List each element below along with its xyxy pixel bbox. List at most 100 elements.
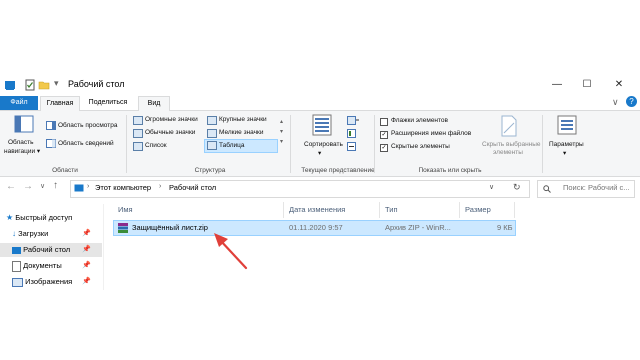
sidebar-item-label: Загрузки: [18, 229, 49, 238]
breadcrumb-this-pc[interactable]: Этот компьютер: [95, 183, 151, 192]
tab-home[interactable]: Главная: [40, 96, 80, 111]
maximize-button[interactable]: ☐: [578, 77, 596, 93]
up-arrow-icon[interactable]: ↑: [53, 180, 58, 191]
recent-locations-icon[interactable]: ∨: [40, 182, 45, 190]
column-header-date[interactable]: Дата изменения: [289, 202, 345, 218]
column-divider[interactable]: [459, 202, 460, 218]
address-bar[interactable]: › Этот компьютер › Рабочий стол ∨ ↻: [70, 180, 530, 198]
refresh-icon[interactable]: ↻: [513, 182, 521, 193]
search-input[interactable]: Поиск: Рабочий с...: [563, 183, 630, 192]
divider: [542, 115, 543, 173]
small-icons-option[interactable]: Мелкие значки: [219, 129, 263, 136]
hide-selected-label-2: элементы: [493, 149, 523, 156]
add-columns-icon[interactable]: [347, 129, 359, 138]
options-dropdown-icon[interactable]: ▾: [563, 149, 566, 157]
details-pane-button[interactable]: Область сведений: [58, 140, 114, 147]
address-bar-row: ← → ∨ ↑ › Этот компьютер › Рабочий стол …: [0, 177, 640, 199]
item-checkboxes-checkbox[interactable]: [380, 118, 388, 126]
search-icon: [543, 185, 551, 193]
pin-icon[interactable]: 📌: [82, 243, 91, 257]
preview-pane-icon: [46, 121, 56, 130]
tab-share[interactable]: Поделиться: [84, 96, 132, 110]
pictures-icon: [12, 277, 23, 287]
file-type: Архив ZIP - WinR...: [385, 223, 451, 232]
current-view-group-label: Текущее представление: [301, 167, 375, 174]
column-divider[interactable]: [379, 202, 380, 218]
forward-arrow-icon[interactable]: →: [23, 181, 33, 192]
huge-icons-icon: [133, 116, 143, 125]
folder-app-icon[interactable]: [4, 79, 16, 91]
large-icons-option[interactable]: Крупные значки: [219, 116, 267, 123]
sidebar-item-documents[interactable]: Документы 📌: [12, 259, 92, 273]
minimize-button[interactable]: —: [548, 77, 566, 93]
list-option[interactable]: Список: [145, 142, 167, 149]
file-name[interactable]: Защищённый лист.zip: [132, 221, 208, 235]
desktop-icon: [74, 184, 84, 192]
large-icons-icon: [207, 116, 217, 125]
winrar-archive-icon: [118, 223, 128, 233]
star-icon: ★: [6, 213, 14, 222]
file-row[interactable]: Защищённый лист.zip 01.11.2020 9:57 Архи…: [113, 220, 516, 236]
options-button[interactable]: Параметры: [549, 141, 584, 148]
normal-icons-option[interactable]: Обычные значки: [145, 129, 195, 136]
column-header-size[interactable]: Размер: [465, 202, 491, 218]
address-dropdown-icon[interactable]: ∨: [489, 183, 494, 191]
nav-pane-label-2: навигации: [4, 148, 36, 155]
navigation-pane-icon[interactable]: [14, 115, 34, 133]
sidebar-item-label: Рабочий стол: [23, 245, 71, 254]
qat-dropdown-icon[interactable]: ▾: [54, 78, 59, 89]
preview-pane-button[interactable]: Область просмотра: [58, 122, 117, 129]
sort-dropdown-icon[interactable]: ▾: [318, 149, 321, 157]
breadcrumb-desktop[interactable]: Рабочий стол: [169, 183, 216, 192]
navigation-pane-label: навигации ▾: [4, 148, 41, 155]
close-button[interactable]: ✕: [610, 77, 628, 93]
divider: [290, 115, 291, 173]
breadcrumb-separator-icon: ›: [159, 183, 162, 190]
tab-file[interactable]: Файл: [0, 96, 38, 110]
divider: [126, 115, 127, 173]
layout-scroll-icon[interactable]: ▴ ▾ ▾: [280, 117, 283, 147]
column-header-name[interactable]: Имя: [118, 202, 133, 218]
file-extensions-checkbox[interactable]: ✓: [380, 131, 388, 139]
file-size: 9 КБ: [497, 223, 513, 232]
red-pointer-arrow-icon: [214, 233, 248, 270]
file-date: 01.11.2020 9:57: [289, 223, 343, 232]
hide-selected-button[interactable]: Скрыть выбранные: [482, 141, 541, 148]
sidebar-item-desktop[interactable]: Рабочий стол 📌: [0, 243, 102, 257]
sort-button[interactable]: Сортировать: [304, 141, 343, 148]
size-columns-icon[interactable]: [347, 142, 359, 151]
pin-icon[interactable]: 📌: [82, 227, 91, 241]
column-divider[interactable]: [514, 202, 515, 218]
back-arrow-icon[interactable]: ←: [6, 181, 16, 192]
navigation-pane-button[interactable]: Область: [8, 139, 34, 146]
options-icon: [557, 115, 577, 135]
breadcrumb-separator-icon: ›: [87, 183, 90, 190]
help-icon[interactable]: ?: [626, 96, 637, 107]
title-bar: ▾ Рабочий стол — ☐ ✕: [0, 74, 640, 96]
small-icons-icon: [207, 129, 217, 138]
tab-view[interactable]: Вид: [138, 96, 170, 111]
file-extensions-label: Расширения имен файлов: [391, 130, 472, 137]
search-box[interactable]: Поиск: Рабочий с...: [537, 180, 635, 198]
panes-group-label: Области: [52, 167, 78, 174]
sidebar-item-quick-access[interactable]: ★ Быстрый доступ: [6, 211, 72, 225]
collapse-ribbon-icon[interactable]: ∨: [612, 97, 619, 108]
huge-icons-option[interactable]: Огромные значки: [145, 116, 198, 123]
sidebar-item-downloads[interactable]: ↓ Загрузки 📌: [12, 227, 92, 241]
column-divider[interactable]: [283, 202, 284, 218]
group-by-icon[interactable]: [347, 116, 359, 125]
ribbon-tabs: Файл Главная Поделиться Вид ∨ ?: [0, 96, 640, 111]
table-option[interactable]: Таблица: [219, 142, 245, 149]
pin-icon[interactable]: 📌: [82, 275, 91, 289]
sidebar-item-label: Быстрый доступ: [15, 213, 73, 222]
normal-icons-icon: [133, 129, 143, 138]
options-label: Параметры: [549, 141, 584, 148]
sort-label: Сортировать: [304, 141, 343, 148]
pin-icon[interactable]: 📌: [82, 259, 91, 273]
hidden-items-checkbox[interactable]: ✓: [380, 144, 388, 152]
document-icon: [12, 260, 21, 272]
column-header-type[interactable]: Тип: [385, 202, 398, 218]
sidebar-item-pictures[interactable]: Изображения 📌: [12, 275, 92, 289]
new-folder-icon[interactable]: [38, 79, 50, 91]
properties-icon[interactable]: [24, 79, 36, 91]
